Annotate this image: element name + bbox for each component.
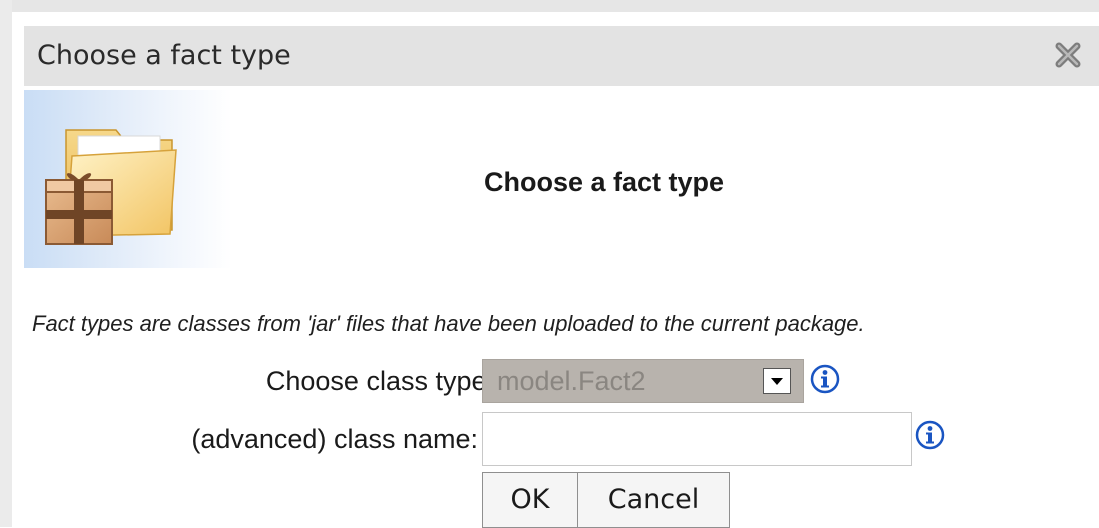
class-name-label: (advanced) class name:: [191, 424, 478, 454]
class-type-info-button[interactable]: [810, 364, 840, 394]
class-name-info-button[interactable]: [915, 420, 945, 450]
fact-type-description: Fact types are classes from 'jar' files …: [32, 311, 865, 336]
backdrop-left: [0, 0, 12, 527]
info-icon: [915, 420, 945, 450]
dialog-heading: Choose a fact type: [484, 167, 725, 197]
chevron-down-icon[interactable]: [763, 368, 791, 394]
class-type-select[interactable]: model.Fact2: [482, 359, 804, 403]
class-name-input[interactable]: [482, 412, 912, 466]
close-icon: [1055, 42, 1081, 68]
cancel-button[interactable]: Cancel: [577, 472, 730, 528]
class-type-selected-value: model.Fact2: [497, 366, 646, 396]
dialog-title-bar[interactable]: Choose a fact type: [24, 26, 1099, 86]
fact-package-folder-icon: [45, 129, 177, 245]
screen: Choose a fact type Choose a fact type Fa…: [0, 0, 1099, 528]
choose-class-label: Choose class type:: [265, 366, 494, 396]
fact-type-image: [24, 90, 232, 268]
close-button[interactable]: [1051, 40, 1085, 70]
backdrop-top: [0, 0, 1099, 12]
dialog-title: Choose a fact type: [37, 40, 291, 71]
fact-type-dialog: Choose a fact type Choose a fact type Fa…: [24, 26, 1099, 528]
ok-button[interactable]: OK: [482, 472, 578, 528]
info-icon: [810, 364, 840, 394]
